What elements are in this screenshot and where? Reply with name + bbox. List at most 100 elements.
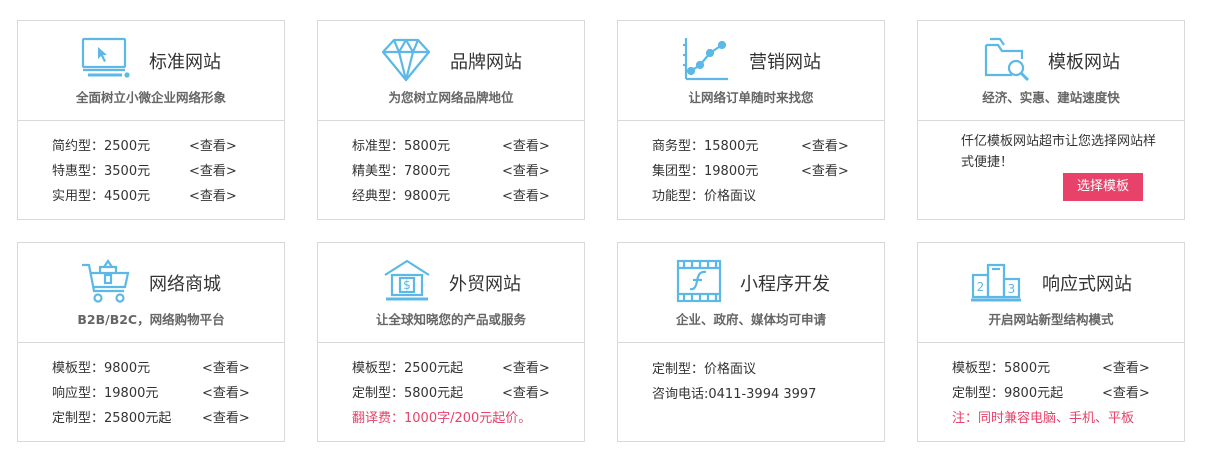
card-mini-program: 小程序开发 企业、政府、媒体均可申请 定制型：价格面议 咨询电话:0411-39… — [617, 242, 885, 442]
card-subtitle: 为您树立网络品牌地位 — [388, 90, 514, 105]
price-label: 标准型：5800元 — [352, 139, 451, 154]
podium-icon: 2 3 — [970, 257, 1022, 305]
view-link[interactable]: <查看> — [202, 357, 250, 376]
price-row: 简约型：2500元 <查看> — [52, 135, 274, 160]
card-header: 模板网站 经济、实惠、建站速度快 — [918, 21, 1184, 121]
card-title: 网络商城 — [149, 274, 221, 295]
price-label: 响应型：19800元 — [52, 386, 159, 401]
card-header: 品牌网站 为您树立网络品牌地位 — [318, 21, 584, 121]
price-label: 实用型：4500元 — [52, 189, 151, 204]
view-link[interactable]: <查看> — [502, 135, 550, 154]
card-title: 外贸网站 — [449, 274, 521, 295]
view-link[interactable]: <查看> — [202, 407, 250, 426]
svg-text:$: $ — [403, 278, 411, 292]
card-template-site: 模板网站 经济、实惠、建站速度快 仟亿模板网站超市让您选择网站样式便捷！ 选择模… — [917, 20, 1185, 220]
contact-info: 定制型：价格面议 咨询电话:0411-3994 3997 — [652, 357, 816, 407]
shopping-cart-icon — [80, 257, 132, 305]
card-header: 营销网站 让网络订单随时来找您 — [618, 21, 884, 121]
translation-note: 翻译费：1000字/200元起价。 — [352, 407, 574, 432]
flash-film-icon — [674, 257, 726, 305]
compatibility-note: 注：同时兼容电脑、手机、平板 — [952, 407, 1174, 432]
price-list: 模板型：9800元 <查看> 响应型：19800元 <查看> 定制型：25800元起… — [52, 357, 274, 432]
price-list: 模板型：5800元 <查看> 定制型：9800元起 <查看> 注：同时兼容电脑、手机… — [952, 357, 1174, 432]
price-row: 模板型：9800元 <查看> — [52, 357, 274, 382]
bank-dollar-icon: $ — [382, 257, 434, 305]
price-row: 集团型：19800元 <查看> — [652, 160, 874, 185]
card-foreign-trade-site: $ 外贸网站 让全球知晓您的产品或服务 模板型：2500元起 <查看> 定制型：5… — [317, 242, 585, 442]
svg-text:2: 2 — [977, 280, 985, 294]
choose-template-button[interactable]: 选择模板 — [1063, 173, 1143, 201]
svg-text:3: 3 — [1008, 282, 1016, 296]
price-label: 经典型：9800元 — [352, 189, 451, 204]
note-text: 注：同时兼容电脑、手机、平板 — [952, 411, 1135, 426]
price-label: 精美型：7800元 — [352, 164, 451, 179]
price-label: 定制型：9800元起 — [952, 386, 1064, 401]
price-row: 特惠型：3500元 <查看> — [52, 160, 274, 185]
view-link[interactable]: <查看> — [1102, 357, 1150, 376]
card-subtitle: B2B/B2C，网络购物平台 — [77, 312, 225, 327]
card-title: 标准网站 — [149, 52, 221, 73]
price-label: 模板型：2500元起 — [352, 361, 464, 376]
card-title: 品牌网站 — [450, 52, 522, 73]
folder-search-icon — [982, 35, 1034, 83]
view-link[interactable]: <查看> — [202, 382, 250, 401]
price-label: 模板型：5800元 — [952, 361, 1051, 376]
diamond-icon — [380, 35, 432, 83]
card-responsive-site: 2 3 响应式网站 开启网站新型结构模式 模板型：5800元 <查看> 定制型：9… — [917, 242, 1185, 442]
price-label: 定制型：25800元起 — [52, 411, 172, 426]
view-link[interactable]: <查看> — [1102, 382, 1150, 401]
price-list: 模板型：2500元起 <查看> 定制型：5800元起 <查看> 翻译费：1000字/… — [352, 357, 574, 432]
card-title: 响应式网站 — [1042, 274, 1132, 295]
view-link[interactable]: <查看> — [502, 382, 550, 401]
card-subtitle: 让网络订单随时来找您 — [688, 90, 814, 105]
view-link[interactable]: <查看> — [189, 160, 237, 179]
card-subtitle: 让全球知晓您的产品或服务 — [375, 312, 526, 327]
card-subtitle: 企业、政府、媒体均可申请 — [675, 312, 826, 327]
card-header: 标准网站 全面树立小微企业网络形象 — [18, 21, 284, 121]
card-brand-site: 品牌网站 为您树立网络品牌地位 标准型：5800元 <查看> 精美型：7800元 <… — [317, 20, 585, 220]
price-list: 简约型：2500元 <查看> 特惠型：3500元 <查看> 实用型：4500元 <查看… — [52, 135, 274, 210]
card-subtitle: 全面树立小微企业网络形象 — [75, 90, 226, 105]
price-row: 功能型：价格面议 — [652, 185, 874, 210]
view-link[interactable]: <查看> — [502, 185, 550, 204]
note-text: 翻译费：1000字/200元起价。 — [352, 411, 532, 426]
view-link[interactable]: <查看> — [189, 135, 237, 154]
card-subtitle: 经济、实惠、建站速度快 — [982, 90, 1120, 105]
card-header: $ 外贸网站 让全球知晓您的产品或服务 — [318, 243, 584, 343]
custom-price-text: 定制型：价格面议 — [652, 362, 757, 377]
price-row: 经典型：9800元 <查看> — [352, 185, 574, 210]
price-row: 定制型：5800元起 <查看> — [352, 382, 574, 407]
phone-text: 咨询电话:0411-3994 3997 — [652, 387, 817, 402]
card-title: 小程序开发 — [740, 274, 830, 295]
price-row: 定制型：25800元起 <查看> — [52, 407, 274, 432]
card-marketing-site: 营销网站 让网络订单随时来找您 商务型：15800元 <查看> 集团型：19800… — [617, 20, 885, 220]
price-row: 模板型：2500元起 <查看> — [352, 357, 574, 382]
price-label: 模板型：9800元 — [52, 361, 151, 376]
view-link[interactable]: <查看> — [189, 185, 237, 204]
view-link[interactable]: <查看> — [502, 357, 550, 376]
price-label: 简约型：2500元 — [52, 139, 151, 154]
promo-text: 仟亿模板网站超市让您选择网站样式便捷！ — [961, 134, 1157, 170]
price-row: 实用型：4500元 <查看> — [52, 185, 274, 210]
view-link[interactable]: <查看> — [502, 160, 550, 179]
view-link[interactable]: <查看> — [801, 160, 849, 179]
card-header: 小程序开发 企业、政府、媒体均可申请 — [618, 243, 884, 343]
card-header: 2 3 响应式网站 开启网站新型结构模式 — [918, 243, 1184, 343]
price-row: 模板型：5800元 <查看> — [952, 357, 1174, 382]
card-title: 营销网站 — [749, 52, 821, 73]
card-header: 网络商城 B2B/B2C，网络购物平台 — [18, 243, 284, 343]
price-row: 精美型：7800元 <查看> — [352, 160, 574, 185]
price-list: 标准型：5800元 <查看> 精美型：7800元 <查看> 经典型：9800元 <查看… — [352, 135, 574, 210]
card-subtitle: 开启网站新型结构模式 — [988, 312, 1114, 327]
price-row: 标准型：5800元 <查看> — [352, 135, 574, 160]
card-standard-site: 标准网站 全面树立小微企业网络形象 简约型：2500元 <查看> 特惠型：3500… — [17, 20, 285, 220]
price-list: 商务型：15800元 <查看> 集团型：19800元 <查看> 功能型：价格面议 — [652, 135, 874, 210]
price-label: 集团型：19800元 — [652, 164, 759, 179]
line-chart-icon — [680, 35, 732, 83]
card-online-mall: 网络商城 B2B/B2C，网络购物平台 模板型：9800元 <查看> 响应型：19… — [17, 242, 285, 442]
view-link[interactable]: <查看> — [801, 135, 849, 154]
price-row: 定制型：9800元起 <查看> — [952, 382, 1174, 407]
price-label: 定制型：5800元起 — [352, 386, 464, 401]
computer-icon — [80, 35, 132, 83]
price-label: 商务型：15800元 — [652, 139, 759, 154]
